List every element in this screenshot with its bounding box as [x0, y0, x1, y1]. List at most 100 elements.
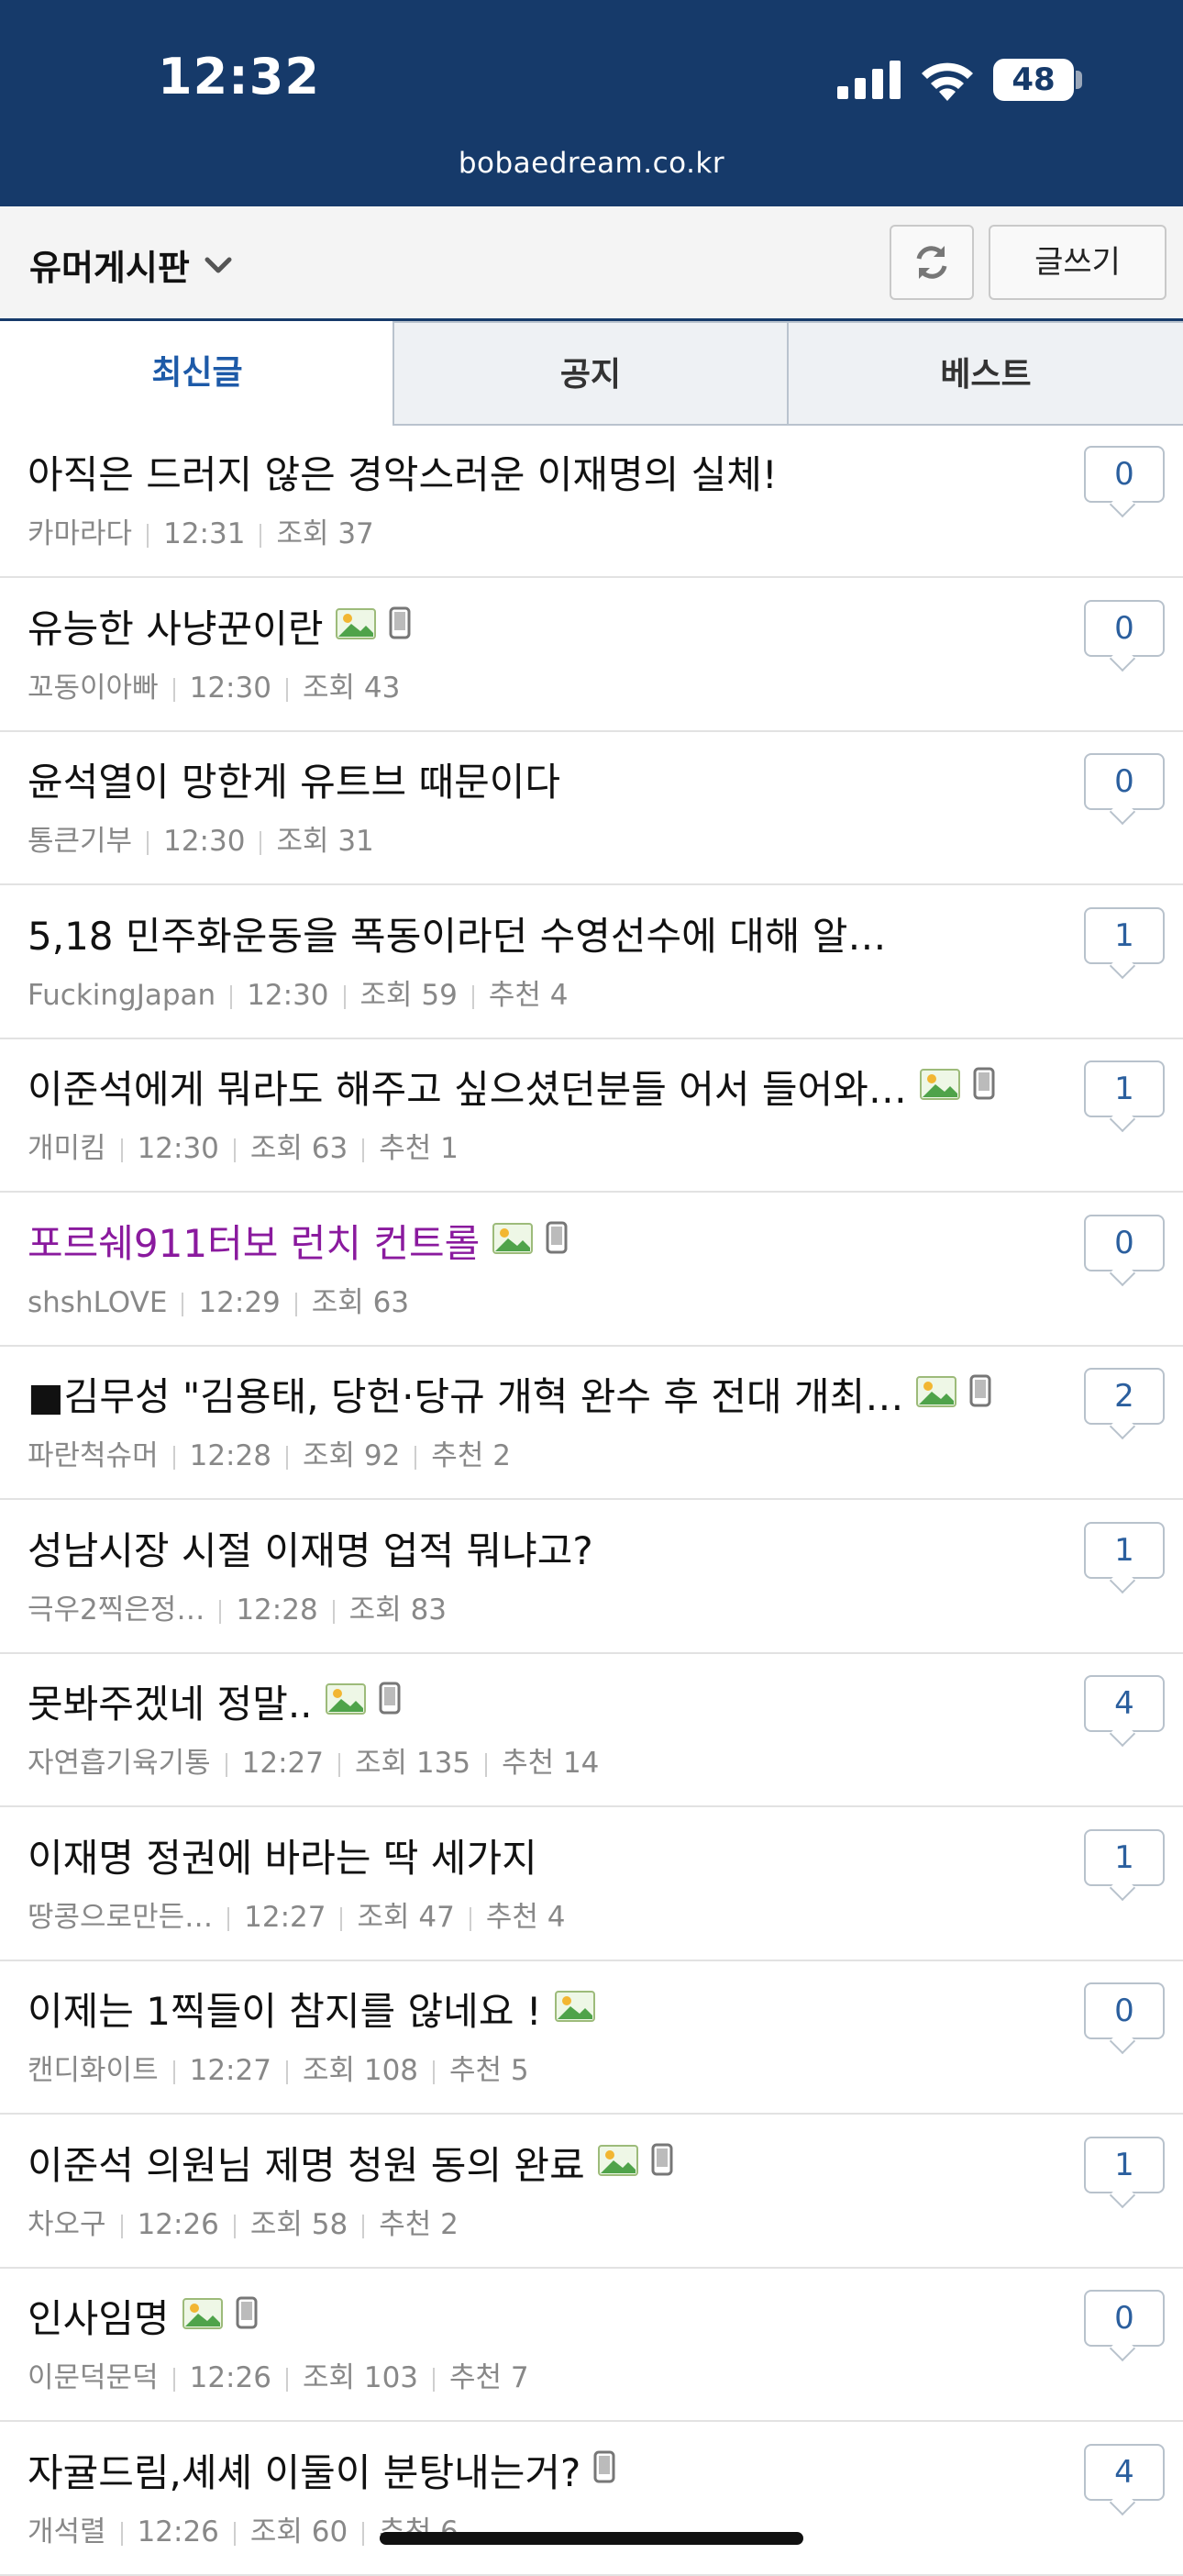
post-title[interactable]: 못봐주겠네 정말..: [28, 1673, 313, 1729]
post-author[interactable]: 카마라다: [28, 517, 132, 550]
post-author[interactable]: FuckingJapan: [28, 979, 216, 1012]
list-item[interactable]: 아직은 드러지 않은 경악스러운 이재명의 실체! 카마라다 12:31 조회 37 0: [0, 426, 1183, 578]
tab-bar: 최신글 공지 베스트: [0, 321, 1183, 426]
post-title[interactable]: 아직은 드러지 않은 경악스러운 이재명의 실체!: [28, 444, 778, 500]
list-item[interactable]: 성남시장 시절 이재명 업적 뭐냐고? 극우2찍은정… 12:28 조회 83 1: [0, 1502, 1183, 1654]
post-author[interactable]: 자연흡기육기통: [28, 1747, 211, 1780]
list-item[interactable]: 자귤드림,셰셰 이둘이 분탕내는거?개석렬12:26조회 60추천 64: [0, 2424, 1183, 2576]
list-item[interactable]: ■김무성 "김용태, 당헌·당규 개혁 완수 후 전대 개최… 파란척슈머 12:2…: [0, 1348, 1183, 1500]
comment-count-badge[interactable]: 1: [1084, 907, 1165, 964]
comment-count-badge[interactable]: 1: [1084, 1829, 1165, 1886]
post-author[interactable]: 차오구: [28, 2208, 106, 2241]
post-meta: shshLOVE 12:29 조회 63: [28, 1279, 409, 1320]
post-title-line[interactable]: 유능한 사냥꾼이란: [28, 598, 411, 654]
post-views: 조회 59: [359, 979, 458, 1012]
list-item[interactable]: 이재명 정권에 바라는 딱 세가지 땅콩으로만든… 12:27 조회 47 추천 4 1: [0, 1809, 1183, 1961]
list-item[interactable]: 윤석열이 망한게 유트브 때문이다 통큰기부 12:30 조회 31 0: [0, 733, 1183, 885]
post-title-line[interactable]: 자귤드림,셰셰 이둘이 분탕내는거?: [28, 2442, 615, 2498]
post-title-line[interactable]: 이준석 의원님 제명 청원 동의 완료: [28, 2135, 673, 2191]
refresh-icon: [916, 246, 947, 279]
post-title[interactable]: 성남시장 시절 이재명 업적 뭐냐고?: [28, 1520, 593, 1576]
post-author[interactable]: 통큰기부: [28, 825, 132, 858]
write-button[interactable]: 글쓰기: [989, 225, 1166, 300]
post-meta: FuckingJapan 12:30 조회 59 추천 4: [28, 972, 569, 1013]
tab-best[interactable]: 베스트: [787, 321, 1183, 426]
post-author[interactable]: 파란척슈머: [28, 1439, 159, 1472]
post-time: 12:30: [189, 672, 271, 705]
post-title-line[interactable]: 이재명 정권에 바라는 딱 세가지: [28, 1827, 537, 1883]
post-title-line[interactable]: 아직은 드러지 않은 경악스러운 이재명의 실체!: [28, 444, 778, 500]
post-title-line[interactable]: 인사임명: [28, 2288, 258, 2344]
post-title-line[interactable]: 성남시장 시절 이재명 업적 뭐냐고?: [28, 1520, 593, 1576]
post-title[interactable]: 윤석열이 망한게 유트브 때문이다: [28, 751, 560, 807]
comment-count-badge[interactable]: 0: [1084, 446, 1165, 503]
post-title-line[interactable]: ■김무성 "김용태, 당헌·당규 개혁 완수 후 전대 개최…: [28, 1366, 991, 1422]
board-selector[interactable]: 유머게시판: [29, 239, 234, 290]
post-title[interactable]: 이재명 정권에 바라는 딱 세가지: [28, 1827, 537, 1883]
post-author[interactable]: 땅콩으로만든…: [28, 1901, 213, 1934]
refresh-button[interactable]: [890, 225, 974, 300]
post-title[interactable]: 포르쉐911터보 런치 컨트롤: [28, 1213, 480, 1269]
post-title-line[interactable]: 이준석에게 뭐라도 해주고 싶으셨던분들 어서 들어와…: [28, 1059, 995, 1115]
post-title-line[interactable]: 5,18 민주화운동을 폭동이라던 수영선수에 대해 알…: [28, 905, 886, 961]
post-title[interactable]: 이준석에게 뭐라도 해주고 싶으셨던분들 어서 들어와…: [28, 1059, 907, 1115]
list-item[interactable]: 이제는 1찍들이 참지를 않네요 ! 캔디화이트 12:27 조회 108 추천 5 0: [0, 1962, 1183, 2115]
comment-count-badge[interactable]: 1: [1084, 1060, 1165, 1117]
mobile-icon: [651, 2143, 673, 2176]
list-item[interactable]: 인사임명 이문덕문덕 12:26 조회 103 추천 7 0: [0, 2270, 1183, 2422]
post-title[interactable]: ■김무성 "김용태, 당헌·당규 개혁 완수 후 전대 개최…: [28, 1366, 903, 1422]
post-title[interactable]: 자귤드림,셰셰 이둘이 분탕내는거?: [28, 2442, 580, 2498]
image-icon: [182, 2298, 223, 2329]
post-author[interactable]: 꼬동이아빠: [28, 672, 159, 705]
post-title[interactable]: 이준석 의원님 제명 청원 동의 완료: [28, 2135, 585, 2191]
list-item[interactable]: 5,18 민주화운동을 폭동이라던 수영선수에 대해 알… FuckingJapa…: [0, 887, 1183, 1039]
post-time: 12:31: [163, 517, 246, 550]
post-title-line[interactable]: 윤석열이 망한게 유트브 때문이다: [28, 751, 560, 807]
comment-count-badge[interactable]: 2: [1084, 1368, 1165, 1425]
post-recommend: 추천 14: [502, 1747, 600, 1780]
post-title[interactable]: 유능한 사냥꾼이란: [28, 598, 323, 654]
post-title[interactable]: 인사임명: [28, 2288, 170, 2344]
list-item[interactable]: 못봐주겠네 정말.. 자연흡기육기통 12:27 조회 135 추천 14 4: [0, 1655, 1183, 1807]
comment-count-badge[interactable]: 1: [1084, 2137, 1165, 2193]
post-author[interactable]: 개석렬: [28, 2515, 106, 2548]
post-meta: 극우2찍은정… 12:28 조회 83: [28, 1586, 447, 1627]
comment-count-badge[interactable]: 0: [1084, 753, 1165, 810]
list-item[interactable]: 이준석에게 뭐라도 해주고 싶으셨던분들 어서 들어와… 개미킴 12:30 조회 6…: [0, 1040, 1183, 1193]
post-author[interactable]: 이문덕문덕: [28, 2361, 159, 2394]
list-item[interactable]: 이준석 의원님 제명 청원 동의 완료 차오구 12:26 조회 58 추천 2 1: [0, 2116, 1183, 2269]
comment-count-badge[interactable]: 0: [1084, 1982, 1165, 2039]
post-author[interactable]: 캔디화이트: [28, 2054, 159, 2087]
comment-count-badge[interactable]: 0: [1084, 2290, 1165, 2347]
comment-count-badge[interactable]: 4: [1084, 2444, 1165, 2501]
post-time: 12:27: [241, 1747, 324, 1780]
post-time: 12:29: [198, 1286, 281, 1319]
image-icon: [597, 2145, 638, 2176]
post-meta: 카마라다 12:31 조회 37: [28, 510, 374, 551]
list-item[interactable]: 유능한 사냥꾼이란 꼬동이아빠 12:30 조회 43 0: [0, 580, 1183, 732]
post-meta: 자연흡기육기통 12:27 조회 135 추천 14: [28, 1739, 599, 1781]
post-views: 조회 92: [302, 1439, 401, 1472]
post-title[interactable]: 5,18 민주화운동을 폭동이라던 수영선수에 대해 알…: [28, 905, 886, 961]
comment-count-badge[interactable]: 1: [1084, 1522, 1165, 1579]
post-title-line[interactable]: 포르쉐911터보 런치 컨트롤: [28, 1213, 568, 1269]
post-author[interactable]: shshLOVE: [28, 1286, 167, 1319]
post-time: 12:27: [189, 2054, 271, 2087]
tab-notice[interactable]: 공지: [392, 321, 789, 426]
tab-latest[interactable]: 최신글: [0, 321, 394, 426]
list-item[interactable]: 포르쉐911터보 런치 컨트롤 shshLOVE 12:29 조회 63 0: [0, 1194, 1183, 1347]
comment-count-badge[interactable]: 4: [1084, 1675, 1165, 1732]
post-time: 12:27: [244, 1901, 326, 1934]
post-title[interactable]: 이제는 1찍들이 참지를 않네요 !: [28, 1981, 542, 2037]
post-title-line[interactable]: 못봐주겠네 정말..: [28, 1673, 401, 1729]
url-label[interactable]: bobaedream.co.kr: [0, 147, 1183, 180]
comment-count-badge[interactable]: 0: [1084, 600, 1165, 657]
post-views: 조회 47: [357, 1901, 455, 1934]
post-author[interactable]: 극우2찍은정…: [28, 1593, 205, 1627]
battery-level: 48: [1012, 61, 1056, 98]
comment-count-badge[interactable]: 0: [1084, 1215, 1165, 1271]
post-views: 조회 60: [249, 2515, 348, 2548]
post-author[interactable]: 개미킴: [28, 1132, 106, 1165]
post-title-line[interactable]: 이제는 1찍들이 참지를 않네요 !: [28, 1981, 595, 2037]
post-time: 12:28: [189, 1439, 271, 1472]
